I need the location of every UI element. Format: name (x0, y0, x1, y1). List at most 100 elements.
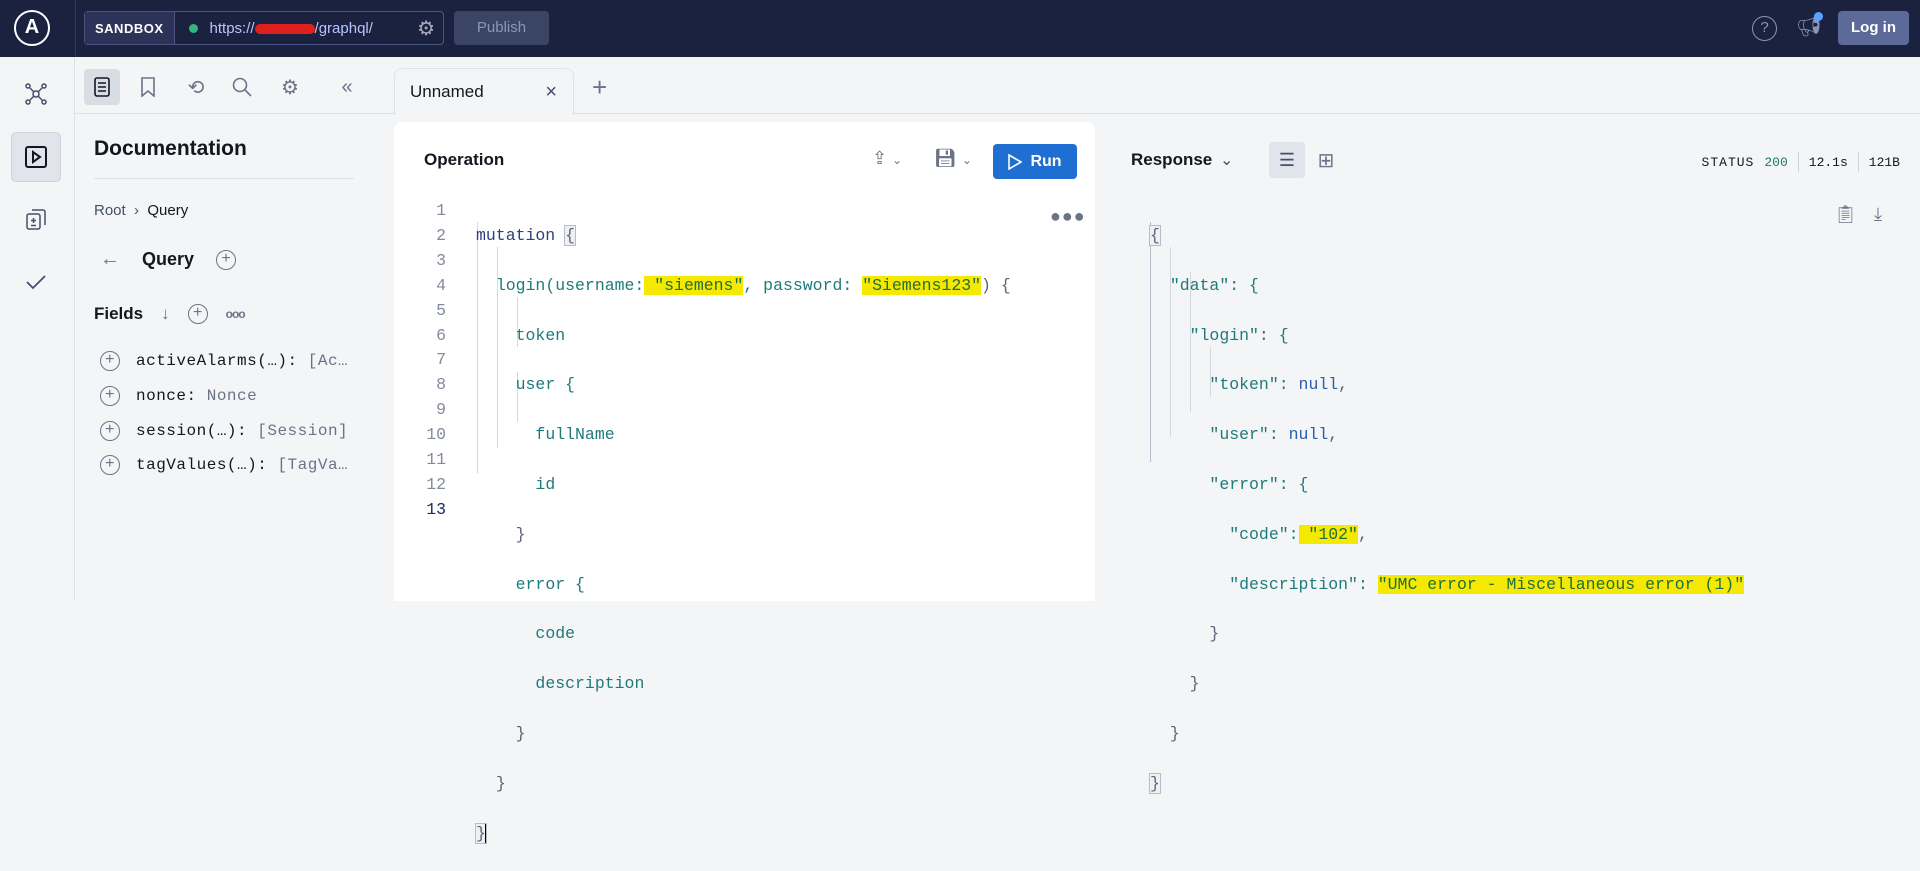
line-number: 11 (426, 450, 446, 470)
code-token: "siemens" (644, 275, 744, 295)
add-type-plus-icon[interactable]: + (216, 249, 237, 270)
json-token: "user": (1209, 425, 1289, 445)
connection-status-dot (188, 23, 198, 33)
tab-unnamed[interactable]: Unnamed × (394, 68, 574, 115)
code-token: } (515, 724, 526, 744)
endpoint-url[interactable]: https:// /graphql/ (210, 20, 418, 37)
bookmark-icon[interactable] (130, 69, 166, 105)
share-icon: ⇪ (872, 148, 888, 168)
json-token: null (1288, 425, 1329, 445)
json-token: "error": { (1209, 474, 1309, 494)
line-number: 5 (436, 300, 446, 320)
operation-title: Operation (424, 150, 505, 169)
json-token: } (1209, 624, 1220, 644)
history-icon[interactable]: ⟲ (178, 69, 214, 105)
json-token: "token": (1209, 375, 1299, 395)
publish-button[interactable]: Publish (454, 11, 549, 45)
chevron-down-icon: ⌄ (892, 153, 903, 167)
share-dropdown[interactable]: ⇪ ⌄ (872, 148, 902, 169)
code-token: , password: (743, 275, 863, 295)
sandbox-label: SANDBOX (85, 12, 175, 44)
code-token: } (495, 773, 506, 793)
login-button[interactable]: Log in (1838, 11, 1909, 45)
code-token: { (564, 224, 577, 246)
field-type[interactable]: [Ac… (308, 352, 348, 370)
sort-down-arrow-icon[interactable]: ↓ (161, 304, 170, 324)
json-token: } (1169, 724, 1180, 744)
divider (94, 178, 354, 179)
code-token: login(username: (495, 275, 645, 295)
divider (1857, 152, 1859, 172)
field-name: activeAlarms(…): (136, 352, 298, 370)
status-label: STATUS (1701, 154, 1755, 170)
connection-settings-gear-icon[interactable]: ⚙ (417, 16, 435, 41)
close-tab-icon[interactable]: × (545, 69, 557, 115)
json-token: { (1149, 224, 1161, 246)
chevron-down-icon[interactable]: ⌄ (1220, 150, 1233, 170)
documentation-icon[interactable] (84, 69, 120, 105)
add-field-plus-icon[interactable]: + (100, 386, 120, 406)
field-row[interactable]: + session(…): [Session] (100, 421, 348, 441)
add-all-fields-plus-icon[interactable]: + (187, 304, 208, 324)
field-type[interactable]: Nonce (207, 387, 258, 405)
apollo-logo[interactable]: A (14, 10, 50, 46)
field-row[interactable]: + nonce: Nonce (100, 386, 257, 406)
json-token: , (1357, 524, 1368, 544)
redaction-mark (254, 23, 315, 34)
json-token: , (1338, 375, 1349, 395)
save-icon: 💾︎ (934, 148, 957, 168)
line-number: 8 (436, 375, 446, 395)
add-field-plus-icon[interactable]: + (100, 421, 120, 441)
code-token: id (535, 474, 556, 494)
collapse-panel-icon[interactable]: « (329, 69, 365, 105)
field-row[interactable]: + activeAlarms(…): [Ac… (100, 351, 348, 371)
line-number: 7 (436, 350, 446, 370)
json-token: } (1189, 674, 1200, 694)
breadcrumb: Root › Query (94, 202, 188, 219)
field-name: tagValues(…): (136, 456, 268, 474)
field-name: session(…): (136, 422, 248, 440)
type-header: ← Query + (100, 248, 237, 271)
save-dropdown[interactable]: 💾︎ ⌄ (934, 148, 972, 169)
diff-icon[interactable] (11, 194, 61, 244)
endpoint-url-box[interactable]: SANDBOX https:// /graphql/ ⚙ (84, 11, 444, 45)
response-title[interactable]: Response (1131, 150, 1212, 170)
run-button[interactable]: Run (993, 144, 1077, 179)
code-token: } (515, 524, 526, 544)
line-number: 1 (436, 201, 446, 220)
add-field-plus-icon[interactable]: + (100, 455, 120, 475)
line-numbers: 1 2 3 4 5 6 7 8 9 10 11 12 13 (410, 199, 446, 523)
operation-editor[interactable]: mutation { login(username: "siemens", pa… (475, 199, 1011, 871)
breadcrumb-root[interactable]: Root (94, 202, 126, 219)
line-number: 2 (436, 225, 446, 245)
settings-gear-icon[interactable]: ⚙ (272, 69, 308, 105)
json-token: } (1149, 772, 1161, 794)
more-options-icon[interactable]: ooo (226, 307, 246, 321)
line-number: 12 (426, 474, 446, 494)
add-field-plus-icon[interactable]: + (100, 351, 120, 371)
chevron-down-icon: ⌄ (961, 153, 972, 167)
line-number: 9 (436, 400, 446, 420)
response-viewer[interactable]: { "data": { "login": { "token": null, "u… (1149, 199, 1745, 822)
schema-graph-icon[interactable] (11, 69, 61, 119)
help-icon[interactable]: ? (1752, 16, 1777, 41)
json-view-icon[interactable]: ☰ (1269, 142, 1305, 178)
field-row[interactable]: + tagValues(…): [TagVa… (100, 455, 348, 475)
search-icon[interactable] (224, 69, 260, 105)
field-type[interactable]: [TagVa… (277, 456, 348, 474)
response-time: 12.1s (1808, 154, 1848, 170)
table-view-icon[interactable]: ⊞ (1308, 142, 1344, 178)
editor-more-options-icon[interactable]: ●●● (1050, 206, 1086, 227)
code-token: fullName (535, 425, 615, 445)
explorer-play-icon[interactable] (11, 132, 61, 182)
back-arrow-icon[interactable]: ← (100, 248, 120, 271)
json-token: , (1328, 425, 1339, 445)
add-tab-icon[interactable]: + (592, 72, 607, 103)
checks-icon[interactable] (11, 257, 61, 307)
json-token: "102" (1298, 524, 1358, 544)
json-token: "code": (1229, 524, 1299, 544)
copy-clipboard-icon[interactable]: 📋︎ (1834, 204, 1857, 225)
field-type[interactable]: [Session] (257, 422, 348, 440)
fields-label: Fields (94, 304, 144, 323)
download-icon[interactable]: ⤓ (1874, 204, 1882, 225)
